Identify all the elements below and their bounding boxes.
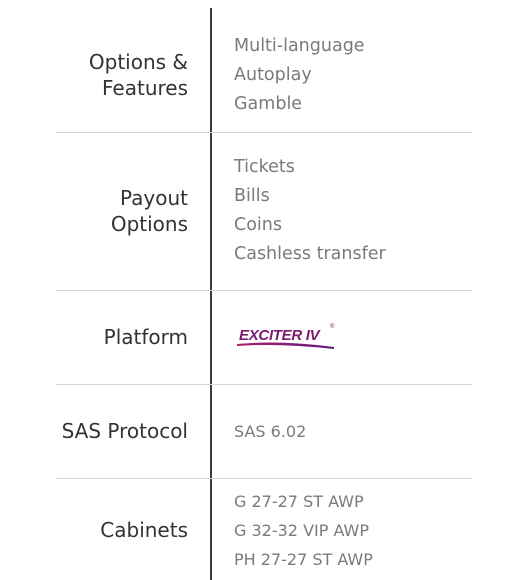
row-values: Multi-language Autoplay Gamble	[234, 22, 365, 128]
logo-registered-mark: ®	[330, 323, 335, 330]
row-values: EXCITER IV ®	[234, 294, 344, 380]
logo-wordmark: EXCITER IV	[239, 327, 322, 344]
exciter-iv-logo: EXCITER IV ®	[234, 320, 344, 354]
row-label: Platform	[104, 294, 188, 380]
row-label-line: Options &	[88, 50, 188, 74]
row-label: Options & Features	[89, 22, 188, 128]
row-label-line: Payout	[119, 186, 188, 210]
row-options-features: Options & Features Multi-language Autopl…	[0, 22, 524, 128]
spec-table: Options & Features Multi-language Autopl…	[0, 0, 524, 580]
value-item: G 27-27 ST AWP	[234, 491, 364, 511]
row-separator	[56, 478, 472, 479]
value-item: PH 27-27 ST AWP	[234, 549, 373, 569]
value-item: Multi-language	[234, 35, 365, 56]
row-sas-protocol: SAS Protocol SAS 6.02	[0, 388, 524, 474]
row-label-line: Cabinets	[100, 518, 188, 542]
value-item: G 32-32 VIP AWP	[234, 520, 369, 540]
value-item: Bills	[234, 186, 270, 206]
row-label: Cabinets	[100, 482, 188, 578]
row-separator	[56, 384, 472, 385]
row-payout-options: Payout Options Tickets Bills Coins Cashl…	[0, 136, 524, 286]
row-values: G 27-27 ST AWP G 32-32 VIP AWP PH 27-27 …	[234, 482, 373, 578]
value-item: SAS 6.02	[234, 421, 307, 441]
row-separator	[56, 132, 472, 133]
row-label-line: Platform	[103, 325, 188, 349]
row-values: Tickets Bills Coins Cashless transfer	[234, 136, 386, 286]
value-item: Tickets	[234, 157, 295, 177]
value-item: Gamble	[234, 93, 303, 114]
exciter-iv-logo-icon: EXCITER IV ®	[237, 323, 335, 349]
row-cabinets: Cabinets G 27-27 ST AWP G 32-32 VIP AWP …	[0, 482, 524, 578]
value-item: Autoplay	[234, 64, 312, 85]
logo-swoosh	[237, 342, 334, 349]
row-label: SAS Protocol	[62, 388, 188, 474]
value-item: Cashless transfer	[234, 244, 386, 264]
row-label-line: Options	[110, 212, 188, 236]
row-label: Payout Options	[111, 136, 188, 286]
row-separator	[56, 290, 472, 291]
row-values: SAS 6.02	[234, 388, 306, 474]
row-label-line: SAS Protocol	[61, 419, 188, 443]
row-platform: Platform EXCITER IV ®	[0, 294, 524, 380]
row-label-line: Features	[102, 76, 188, 100]
value-item: Coins	[234, 215, 282, 235]
